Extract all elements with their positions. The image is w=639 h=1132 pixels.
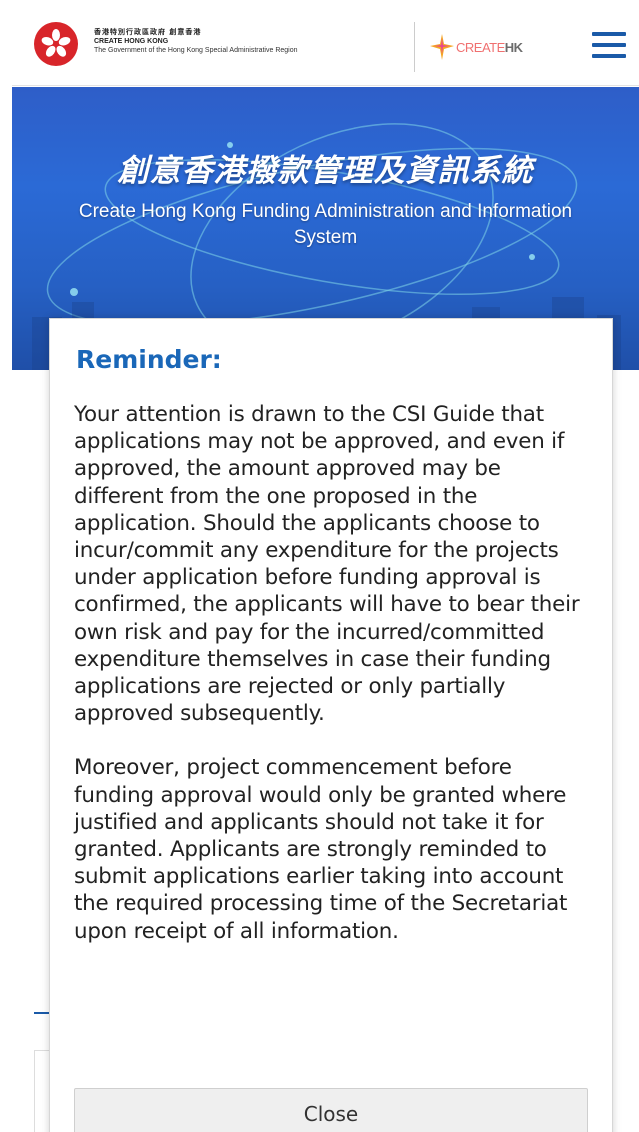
gov-name-zh: 香港特別行政區政府 創意香港 <box>94 28 202 36</box>
gov-name-en-short: CREATE HONG KONG <box>94 38 169 45</box>
close-button[interactable]: Close <box>74 1088 588 1132</box>
createhk-wordmark: CREATEHK <box>456 40 523 55</box>
menu-bar <box>592 54 626 58</box>
dialog-title: Reminder: <box>76 345 222 374</box>
hamburger-menu-icon[interactable] <box>592 28 628 62</box>
menu-bar <box>592 43 626 47</box>
hksar-emblem-icon[interactable] <box>34 22 78 66</box>
dialog-paragraph: Moreover, project commencement before fu… <box>74 755 568 944</box>
site-header: 香港特別行政區政府 創意香港 CREATE HONG KONG The Gove… <box>12 6 639 86</box>
reminder-dialog: Reminder: Your attention is drawn to the… <box>49 318 613 1132</box>
banner-title-chinese: 創意香港撥款管理及資訊系統 <box>117 153 534 189</box>
header-divider <box>414 22 415 72</box>
createhk-star-icon <box>430 34 454 60</box>
dialog-paragraph: Your attention is drawn to the CSI Guide… <box>74 402 580 727</box>
createhk-wordmark-prefix: CREATE <box>456 40 505 55</box>
gov-name-en-full: The Government of the Hong Kong Special … <box>94 47 298 54</box>
dialog-body: Your attention is drawn to the CSI Guide… <box>74 401 594 972</box>
createhk-logo[interactable]: CREATEHK <box>428 32 548 62</box>
government-name: 香港特別行政區政府 創意香港 CREATE HONG KONG The Gove… <box>94 28 414 55</box>
menu-bar <box>592 32 626 36</box>
banner-title-english: Create Hong Kong Funding Administration … <box>78 201 573 248</box>
page-accent-line <box>34 1012 50 1014</box>
createhk-wordmark-suffix: HK <box>504 40 523 55</box>
